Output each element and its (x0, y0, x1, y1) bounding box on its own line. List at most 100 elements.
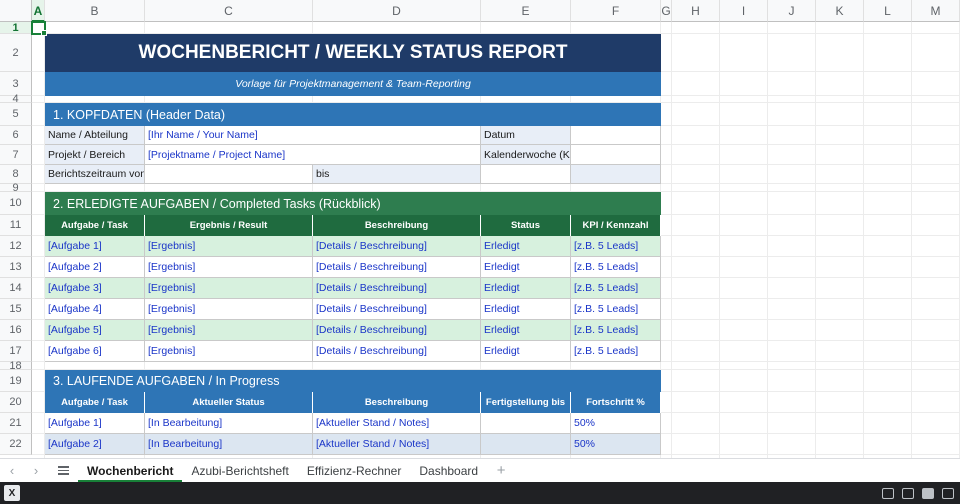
completed-cell[interactable]: Erledigt (481, 320, 571, 341)
tab-dashboard[interactable]: Dashboard (410, 459, 487, 483)
row-header-1[interactable]: 1 (0, 22, 32, 34)
completed-cell[interactable]: [Ergebnis] (145, 257, 313, 278)
row-header-5[interactable]: 5 (0, 103, 32, 126)
accessibility-icon[interactable] (882, 487, 894, 499)
in-progress-cell[interactable] (481, 434, 571, 455)
in-progress-cell[interactable]: [In Bearbeitung] (145, 413, 313, 434)
week-label[interactable]: Kalenderwoche (K (481, 145, 571, 165)
column-header-f[interactable]: F (571, 0, 661, 22)
normal-view-icon[interactable] (922, 487, 934, 499)
period-to-input[interactable] (481, 165, 571, 184)
column-header-i[interactable]: I (720, 0, 768, 22)
completed-column-header[interactable]: Ergebnis / Result (145, 215, 313, 236)
row-header-13[interactable]: 13 (0, 257, 32, 278)
row-header-11[interactable]: 11 (0, 215, 32, 236)
in-progress-column-header[interactable]: Aktueller Status (145, 392, 313, 413)
completed-cell[interactable]: [z.B. 5 Leads] (571, 236, 661, 257)
in-progress-cell[interactable]: [Aktueller Stand / Notes] (313, 413, 481, 434)
completed-cell[interactable]: [Details / Beschreibung] (313, 236, 481, 257)
completed-cell[interactable]: Erledigt (481, 257, 571, 278)
completed-cell[interactable]: [z.B. 5 Leads] (571, 320, 661, 341)
fill-handle[interactable] (41, 30, 47, 36)
in-progress-cell[interactable]: [Aufgabe 1] (45, 413, 145, 434)
column-header-m[interactable]: M (912, 0, 960, 22)
in-progress-column-header[interactable]: Fortschritt % (571, 392, 661, 413)
completed-cell[interactable]: [Ergebnis] (145, 341, 313, 362)
completed-cell[interactable]: [Ergebnis] (145, 320, 313, 341)
name-label[interactable]: Name / Abteilung (45, 126, 145, 145)
row-header-4[interactable]: 4 (0, 93, 32, 105)
column-header-l[interactable]: L (864, 0, 912, 22)
completed-cell[interactable]: [Aufgabe 3] (45, 278, 145, 299)
completed-cell[interactable]: [Details / Beschreibung] (313, 278, 481, 299)
row-header-9[interactable]: 9 (0, 182, 32, 194)
row-header-2[interactable]: 2 (0, 34, 32, 72)
period-from-label[interactable]: Berichtszeitraum von (45, 165, 145, 184)
completed-column-header[interactable]: Beschreibung (313, 215, 481, 236)
completed-cell[interactable]: Erledigt (481, 341, 571, 362)
completed-cell[interactable]: [Aufgabe 4] (45, 299, 145, 320)
completed-cell[interactable]: [Details / Beschreibung] (313, 257, 481, 278)
completed-cell[interactable]: [z.B. 5 Leads] (571, 299, 661, 320)
column-header-d[interactable]: D (313, 0, 481, 22)
row-header-14[interactable]: 14 (0, 278, 32, 299)
date-label[interactable]: Datum (481, 126, 571, 145)
next-sheet-button[interactable]: › (24, 463, 48, 478)
row-header-7[interactable]: 7 (0, 145, 32, 165)
in-progress-column-header[interactable]: Beschreibung (313, 392, 481, 413)
in-progress-cell[interactable]: [Aufgabe 2] (45, 434, 145, 455)
completed-cell[interactable]: [Aufgabe 5] (45, 320, 145, 341)
row-header-10[interactable]: 10 (0, 192, 32, 215)
row-header-20[interactable]: 20 (0, 392, 32, 413)
completed-cell[interactable]: Erledigt (481, 278, 571, 299)
completed-column-header[interactable]: KPI / Kennzahl (571, 215, 661, 236)
section-header-kopfdaten[interactable]: 1. KOPFDATEN (Header Data) (45, 103, 661, 126)
period-extra-cell[interactable] (571, 165, 661, 184)
tab-wochenbericht[interactable]: Wochenbericht (78, 459, 183, 483)
row-header-22[interactable]: 22 (0, 434, 32, 455)
column-header-b[interactable]: B (45, 0, 145, 22)
in-progress-cell[interactable]: 50% (571, 434, 661, 455)
column-header-g[interactable]: G (661, 0, 672, 22)
in-progress-cell[interactable]: [In Bearbeitung] (145, 434, 313, 455)
column-header-k[interactable]: K (816, 0, 864, 22)
completed-cell[interactable]: [Details / Beschreibung] (313, 341, 481, 362)
column-header-e[interactable]: E (481, 0, 571, 22)
report-subtitle[interactable]: Vorlage für Projektmanagement & Team-Rep… (45, 72, 661, 96)
period-to-label[interactable]: bis (313, 165, 481, 184)
completed-column-header[interactable]: Aufgabe / Task (45, 215, 145, 236)
completed-cell[interactable]: [z.B. 5 Leads] (571, 278, 661, 299)
completed-cell[interactable]: [Ergebnis] (145, 299, 313, 320)
completed-column-header[interactable]: Status (481, 215, 571, 236)
completed-cell[interactable]: [Aufgabe 6] (45, 341, 145, 362)
column-header-c[interactable]: C (145, 0, 313, 22)
row-header-6[interactable]: 6 (0, 126, 32, 145)
period-from-input[interactable] (145, 165, 313, 184)
in-progress-column-header[interactable]: Aufgabe / Task (45, 392, 145, 413)
column-header-a[interactable]: A (32, 0, 45, 22)
completed-cell[interactable]: Erledigt (481, 299, 571, 320)
completed-cell[interactable]: [Details / Beschreibung] (313, 320, 481, 341)
section-header-completed[interactable]: 2. ERLEDIGTE AUFGABEN / Completed Tasks … (45, 192, 661, 215)
row-header-19[interactable]: 19 (0, 370, 32, 392)
completed-cell[interactable]: [Ergebnis] (145, 278, 313, 299)
spreadsheet-grid[interactable]: ABCDEFGHIJKLM 1 2 3 4 5 6 7 8 9 10 11 12 13 14 15 16 17 1… (0, 0, 960, 458)
row-header-21[interactable]: 21 (0, 413, 32, 434)
row-header-12[interactable]: 12 (0, 236, 32, 257)
display-settings-icon[interactable] (902, 487, 914, 499)
report-title[interactable]: WOCHENBERICHT / WEEKLY STATUS REPORT (45, 34, 661, 72)
completed-cell[interactable]: [Aufgabe 2] (45, 257, 145, 278)
name-input[interactable]: [Ihr Name / Your Name] (145, 126, 481, 145)
select-all-corner[interactable] (0, 0, 32, 22)
in-progress-cell[interactable]: 50% (571, 413, 661, 434)
row-header-16[interactable]: 16 (0, 320, 32, 341)
in-progress-cell[interactable] (481, 413, 571, 434)
completed-cell[interactable]: [Details / Beschreibung] (313, 299, 481, 320)
completed-cell[interactable]: [z.B. 5 Leads] (571, 257, 661, 278)
project-label[interactable]: Projekt / Bereich (45, 145, 145, 165)
add-sheet-button[interactable]: + (487, 462, 515, 479)
in-progress-cell[interactable]: [Aktueller Stand / Notes] (313, 434, 481, 455)
in-progress-column-header[interactable]: Fertigstellung bis (481, 392, 571, 413)
row-header-15[interactable]: 15 (0, 299, 32, 320)
completed-cell[interactable]: [Ergebnis] (145, 236, 313, 257)
